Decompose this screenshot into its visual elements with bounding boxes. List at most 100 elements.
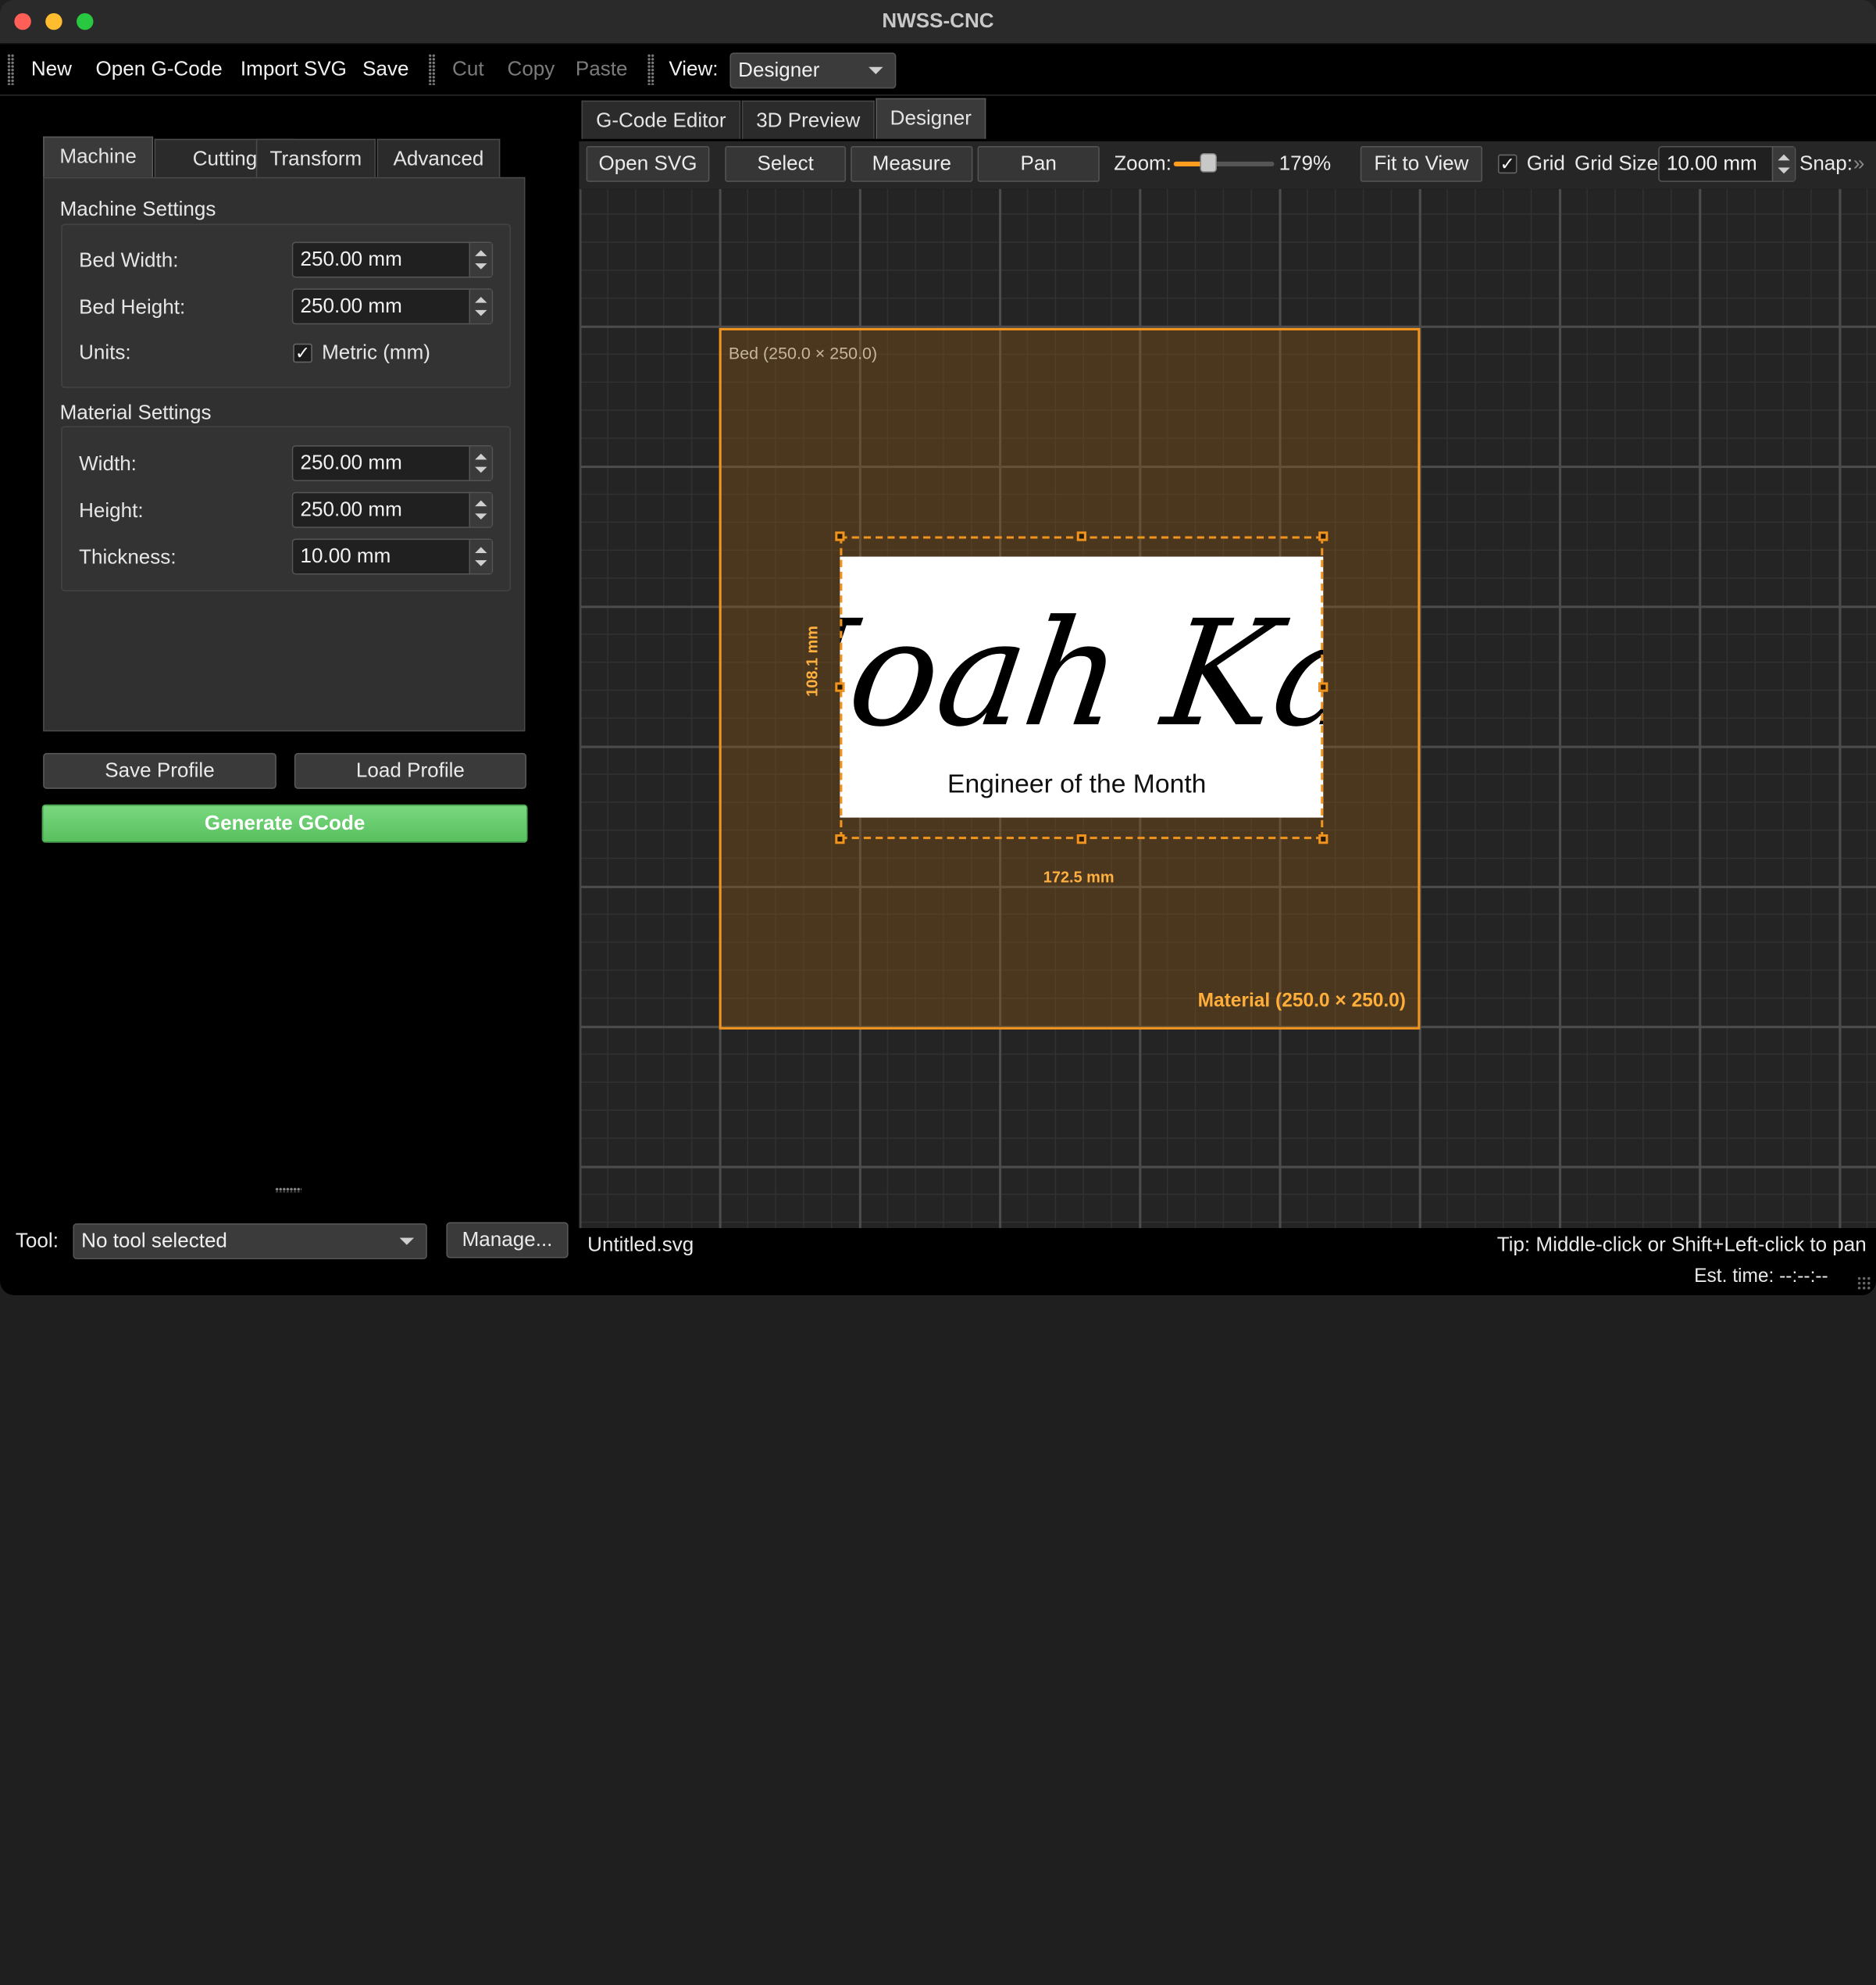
chevron-down-icon (399, 1237, 415, 1245)
measure-tool-button[interactable]: Measure (851, 145, 973, 182)
import-svg-button[interactable]: Import SVG (241, 45, 347, 95)
grid-size-label: Grid Size: (1574, 152, 1664, 175)
toolbar-grip-icon[interactable] (647, 53, 654, 85)
resize-handle-bottom[interactable] (1076, 834, 1086, 844)
spin-down-icon[interactable] (475, 560, 487, 566)
spin-down-icon[interactable] (1778, 167, 1790, 174)
machine-settings-group: Bed Width: 250.00 mm Bed Height: 250.00 … (61, 223, 512, 388)
spin-buttons[interactable] (1771, 147, 1795, 181)
resize-handle-left[interactable] (835, 682, 845, 692)
thickness-spinbox[interactable]: 10.00 mm (291, 538, 494, 575)
grid-checkbox[interactable]: ✓ (1497, 154, 1518, 175)
metric-checkbox[interactable]: ✓ (293, 343, 312, 363)
open-svg-button[interactable]: Open SVG (586, 145, 710, 182)
toolbar-grip-icon[interactable] (428, 53, 436, 85)
tab-machine[interactable]: Machine (43, 136, 154, 177)
machine-panel: Machine Settings Bed Width: 250.00 mm Be… (43, 177, 526, 732)
grid-size-spinbox[interactable]: 10.00 mm (1658, 145, 1796, 182)
tool-select-value: No tool selected (81, 1229, 227, 1252)
resize-handle-top[interactable] (1076, 531, 1086, 541)
tab-3d-preview[interactable]: 3D Preview (741, 100, 875, 139)
grid-size-value: 10.00 mm (1666, 152, 1757, 175)
thickness-label: Thickness: (79, 545, 177, 569)
height-dimension-label: 108.1 mm (802, 626, 821, 697)
zoom-label: Zoom: (1114, 152, 1172, 175)
spin-up-icon[interactable] (475, 547, 487, 553)
checkmark-icon: ✓ (1500, 154, 1515, 175)
fit-to-view-button[interactable]: Fit to View (1360, 145, 1483, 182)
units-label: Units: (79, 341, 131, 364)
spin-down-icon[interactable] (475, 513, 487, 520)
selection-box[interactable] (840, 536, 1324, 840)
title-bar: NWSS-CNC (0, 0, 1876, 45)
copy-button[interactable]: Copy (508, 45, 555, 95)
material-height-value: 250.00 mm (300, 498, 402, 521)
splitter-handle[interactable] (275, 1187, 302, 1193)
resize-handle-bottom-right[interactable] (1318, 834, 1329, 844)
metric-checkbox-label[interactable]: Metric (mm) (322, 341, 430, 366)
bed-width-value: 250.00 mm (300, 248, 402, 271)
spin-up-icon[interactable] (475, 500, 487, 507)
pan-tool-button[interactable]: Pan (977, 145, 1100, 182)
bed-width-spinbox[interactable]: 250.00 mm (291, 241, 494, 278)
save-button[interactable]: Save (362, 45, 408, 95)
resize-handle-top-right[interactable] (1318, 531, 1329, 541)
view-label: View: (669, 57, 719, 80)
status-bar: Untitled.svg Tip: Middle-click or Shift+… (579, 1228, 1876, 1295)
cut-button[interactable]: Cut (452, 45, 484, 95)
manage-tools-button[interactable]: Manage... (446, 1222, 569, 1258)
tool-select[interactable]: No tool selected (73, 1223, 427, 1260)
spin-buttons[interactable] (469, 289, 492, 323)
app-window: NWSS-CNC New Open G-Code Import SVG Save… (0, 0, 1876, 1295)
view-select[interactable]: Designer (729, 52, 897, 89)
spin-buttons[interactable] (469, 446, 492, 480)
material-label: Material (250.0 × 250.0) (1197, 991, 1406, 1012)
spin-down-icon[interactable] (475, 466, 487, 473)
spin-buttons[interactable] (469, 243, 492, 277)
open-gcode-button[interactable]: Open G-Code (96, 45, 223, 95)
zoom-slider-handle[interactable] (1200, 153, 1217, 173)
resize-handle-bottom-left[interactable] (835, 834, 845, 844)
load-profile-button[interactable]: Load Profile (294, 752, 527, 789)
tab-advanced[interactable]: Advanced (376, 138, 501, 177)
generate-gcode-button[interactable]: Generate GCode (41, 804, 528, 843)
spin-up-icon[interactable] (475, 453, 487, 460)
design-canvas[interactable]: Bed (250.0 × 250.0) Material (250.0 × 25… (579, 189, 1876, 1229)
grid-label[interactable]: Grid (1527, 146, 1565, 182)
tab-designer[interactable]: Designer (876, 98, 986, 139)
material-width-value: 250.00 mm (300, 451, 402, 474)
width-dimension-label: 172.5 mm (1043, 867, 1115, 886)
bed-width-label: Bed Width: (79, 248, 179, 272)
main-toolbar: New Open G-Code Import SVG Save Cut Copy… (0, 44, 1876, 96)
material-height-spinbox[interactable]: 250.00 mm (291, 491, 494, 528)
tab-gcode-editor[interactable]: G-Code Editor (581, 100, 741, 139)
pan-tip: Tip: Middle-click or Shift+Left-click to… (1496, 1233, 1867, 1256)
toolbar-grip-icon[interactable] (7, 53, 15, 85)
estimated-time: Est. time: --:--:-- (1694, 1266, 1828, 1287)
resize-handle-top-left[interactable] (835, 531, 845, 541)
select-tool-button[interactable]: Select (725, 145, 847, 182)
spin-down-icon[interactable] (475, 309, 487, 316)
spin-buttons[interactable] (469, 493, 492, 527)
material-settings-title: Material Settings (59, 401, 212, 424)
bed-height-value: 250.00 mm (300, 294, 402, 318)
material-width-spinbox[interactable]: 250.00 mm (291, 445, 494, 482)
spin-up-icon[interactable] (475, 250, 487, 256)
machine-settings-title: Machine Settings (59, 197, 216, 220)
resize-grip-icon[interactable] (1856, 1276, 1871, 1291)
spin-down-icon[interactable] (475, 263, 487, 270)
tab-transform[interactable]: Transform (255, 138, 376, 177)
save-profile-button[interactable]: Save Profile (43, 752, 276, 789)
new-button[interactable]: New (31, 45, 72, 95)
snap-label: Snap: (1799, 152, 1853, 175)
resize-handle-right[interactable] (1318, 682, 1329, 692)
bed-height-spinbox[interactable]: 250.00 mm (291, 288, 494, 325)
material-height-label: Height: (79, 498, 144, 523)
toolbar-overflow-icon[interactable]: » (1853, 146, 1865, 182)
thickness-value: 10.00 mm (300, 544, 391, 568)
tool-label: Tool: (15, 1229, 59, 1252)
spin-up-icon[interactable] (475, 297, 487, 303)
paste-button[interactable]: Paste (576, 45, 628, 95)
spin-up-icon[interactable] (1778, 154, 1790, 161)
spin-buttons[interactable] (469, 540, 492, 573)
